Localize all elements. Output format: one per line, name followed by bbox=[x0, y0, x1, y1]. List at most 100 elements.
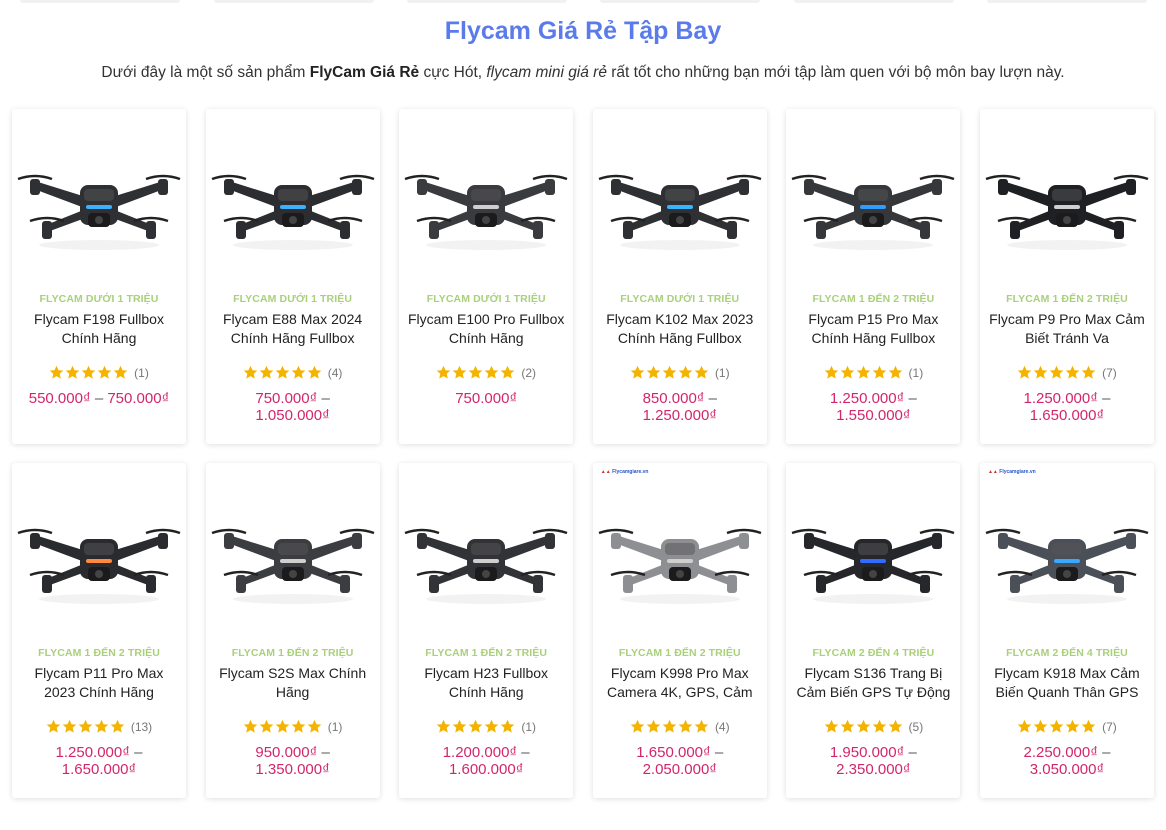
rating-stars bbox=[824, 719, 903, 734]
product-card[interactable]: FLYCAM 1 ĐẾN 2 TRIỆU Flycam H23 Fullbox … bbox=[399, 463, 574, 798]
product-category[interactable]: FLYCAM 1 ĐẾN 2 TRIỆU bbox=[12, 647, 186, 659]
product-image[interactable] bbox=[403, 127, 569, 267]
product-rating: (13) bbox=[12, 719, 186, 734]
star-icon bbox=[1065, 719, 1080, 733]
product-title[interactable]: Flycam S2S Max Chính Hãng bbox=[214, 664, 372, 704]
product-card[interactable]: ▲▲ Flycamgiare.vn FLYCAM 1 ĐẾN 2 TRIỆU F… bbox=[592, 463, 767, 798]
product-title[interactable]: Flycam H23 Fullbox Chính Hãng bbox=[407, 664, 565, 704]
product-title[interactable]: Flycam F198 Fullbox Chính Hãng bbox=[20, 310, 178, 350]
product-image[interactable] bbox=[16, 127, 182, 267]
price-min: 1.250.000₫ bbox=[829, 390, 905, 407]
star-icon bbox=[46, 719, 61, 733]
star-icon bbox=[872, 719, 886, 733]
product-image[interactable] bbox=[984, 127, 1150, 267]
star-icon bbox=[678, 719, 693, 733]
product-category[interactable]: FLYCAM 1 ĐẾN 2 TRIỆU bbox=[786, 293, 960, 305]
intro-italic-link[interactable]: flycam mini giá rẻ bbox=[486, 64, 607, 81]
product-image[interactable] bbox=[790, 127, 956, 267]
product-category[interactable]: FLYCAM 1 ĐẾN 2 TRIỆU bbox=[980, 293, 1154, 305]
star-icon bbox=[840, 365, 854, 379]
brand-logo: ▲▲ Flycamgiare.vn bbox=[987, 469, 1036, 475]
product-image[interactable] bbox=[403, 481, 569, 621]
product-card[interactable]: FLYCAM 1 ĐẾN 2 TRIỆU Flycam P9 Pro Max C… bbox=[979, 109, 1154, 444]
product-card[interactable]: FLYCAM 2 ĐẾN 4 TRIỆU Flycam S136 Trang B… bbox=[786, 463, 961, 798]
rating-count: (1) bbox=[521, 719, 537, 734]
product-price: 1.950.000₫ –2.350.000₫ bbox=[790, 744, 956, 778]
product-title[interactable]: Flycam P15 Pro Max Chính Hãng Fullbox bbox=[794, 310, 952, 350]
product-card[interactable]: FLYCAM DƯỚI 1 TRIỆU Flycam F198 Fullbox … bbox=[12, 109, 186, 444]
price-max: 3.050.000₫ bbox=[1029, 761, 1105, 778]
star-icon bbox=[259, 365, 274, 379]
product-rating: (1) bbox=[786, 365, 960, 380]
product-category[interactable]: FLYCAM DƯỚI 1 TRIỆU bbox=[593, 293, 767, 305]
star-icon bbox=[501, 719, 515, 733]
price-min: 2.250.000₫ bbox=[1023, 744, 1098, 761]
star-icon bbox=[630, 365, 645, 379]
product-category[interactable]: FLYCAM 2 ĐẾN 4 TRIỆU bbox=[786, 647, 960, 659]
product-title[interactable]: Flycam E88 Max 2024 Chính Hãng Fullbox bbox=[214, 310, 372, 350]
rating-count: (1) bbox=[908, 365, 924, 380]
price-max: 1.650.000₫ bbox=[1029, 407, 1105, 424]
product-image[interactable] bbox=[597, 481, 763, 621]
product-title[interactable]: Flycam E100 Pro Fullbox Chính Hãng bbox=[407, 310, 565, 350]
product-card[interactable]: FLYCAM 1 ĐẾN 2 TRIỆU Flycam P15 Pro Max … bbox=[786, 109, 961, 444]
star-icon bbox=[453, 365, 467, 379]
product-image[interactable] bbox=[16, 481, 182, 621]
product-card[interactable]: ▲▲ Flycamgiare.vn FLYCAM 2 ĐẾN 4 TRIỆU F… bbox=[979, 463, 1154, 798]
product-grid: FLYCAM DƯỚI 1 TRIỆU Flycam F198 Fullbox … bbox=[12, 109, 1154, 798]
product-title[interactable]: Flycam P11 Pro Max 2023 Chính Hãng bbox=[20, 664, 178, 704]
rating-count: (4) bbox=[327, 365, 343, 380]
star-icon bbox=[243, 365, 258, 379]
product-category[interactable]: FLYCAM DƯỚI 1 TRIỆU bbox=[399, 293, 573, 305]
product-title[interactable]: Flycam S136 Trang Bị Cảm Biến GPS Tự Độn… bbox=[794, 664, 952, 704]
price-separator: – bbox=[1097, 390, 1111, 407]
product-card[interactable]: FLYCAM 1 ĐẾN 2 TRIỆU Flycam S2S Max Chín… bbox=[205, 463, 380, 798]
price-separator: – bbox=[317, 390, 330, 407]
price-min: 1.200.000₫ bbox=[442, 744, 518, 761]
price-min: 550.000₫ bbox=[28, 390, 91, 407]
product-category[interactable]: FLYCAM DƯỚI 1 TRIỆU bbox=[12, 293, 186, 305]
star-icon bbox=[243, 719, 258, 733]
star-icon bbox=[110, 719, 125, 733]
product-title[interactable]: Flycam K998 Pro Max Camera 4K, GPS, Cảm bbox=[601, 664, 759, 704]
rating-count: (7) bbox=[1102, 719, 1117, 734]
product-category[interactable]: FLYCAM DƯỚI 1 TRIỆU bbox=[206, 293, 380, 305]
product-card[interactable]: FLYCAM DƯỚI 1 TRIỆU Flycam E88 Max 2024 … bbox=[205, 109, 380, 444]
product-rating: (7) bbox=[980, 719, 1154, 734]
section-intro: Dưới đây là một số sản phẩm FlyCam Giá R… bbox=[0, 64, 1166, 82]
rating-stars bbox=[46, 719, 125, 734]
product-category[interactable]: FLYCAM 1 ĐẾN 2 TRIỆU bbox=[206, 647, 380, 659]
product-image[interactable] bbox=[597, 127, 763, 267]
product-image[interactable] bbox=[984, 481, 1150, 621]
previous-row-card-edge bbox=[794, 0, 954, 3]
previous-row-card-edge bbox=[20, 0, 180, 3]
star-icon bbox=[275, 365, 290, 379]
product-category[interactable]: FLYCAM 1 ĐẾN 2 TRIỆU bbox=[399, 647, 573, 659]
star-icon bbox=[1033, 365, 1048, 379]
rating-count: (2) bbox=[521, 365, 537, 380]
price-max: 1.050.000₫ bbox=[255, 407, 330, 424]
product-card[interactable]: FLYCAM 1 ĐẾN 2 TRIỆU Flycam P11 Pro Max … bbox=[12, 463, 186, 798]
top-section-edge bbox=[0, 0, 1166, 4]
product-title[interactable]: Flycam P9 Pro Max Cảm Biết Tránh Va bbox=[988, 310, 1146, 350]
product-card[interactable]: FLYCAM DƯỚI 1 TRIỆU Flycam K102 Max 2023… bbox=[592, 109, 767, 444]
product-image[interactable] bbox=[210, 127, 376, 267]
product-title[interactable]: Flycam K102 Max 2023 Chính Hãng Fullbox bbox=[601, 310, 759, 350]
product-card[interactable]: FLYCAM DƯỚI 1 TRIỆU Flycam E100 Pro Full… bbox=[399, 109, 574, 444]
star-icon bbox=[81, 365, 96, 379]
price-max: 1.250.000₫ bbox=[642, 407, 717, 424]
product-category[interactable]: FLYCAM 2 ĐẾN 4 TRIỆU bbox=[980, 647, 1154, 659]
intro-bold-link[interactable]: FlyCam Giá Rẻ bbox=[310, 64, 419, 81]
price-max: 1.550.000₫ bbox=[836, 407, 911, 424]
product-title[interactable]: Flycam K918 Max Cảm Biến Quanh Thân GPS bbox=[988, 664, 1146, 704]
price-max: 2.350.000₫ bbox=[836, 761, 911, 778]
star-icon bbox=[1033, 719, 1048, 733]
product-image[interactable] bbox=[790, 481, 956, 621]
product-rating: (5) bbox=[786, 719, 960, 734]
rating-stars bbox=[630, 365, 709, 380]
price-min: 750.000₫ bbox=[255, 390, 318, 407]
intro-text: rất tốt cho những bạn mới tập làm quen v… bbox=[606, 64, 1065, 81]
product-category[interactable]: FLYCAM 1 ĐẾN 2 TRIỆU bbox=[593, 647, 767, 659]
product-image[interactable] bbox=[210, 481, 376, 621]
star-icon bbox=[501, 365, 515, 379]
